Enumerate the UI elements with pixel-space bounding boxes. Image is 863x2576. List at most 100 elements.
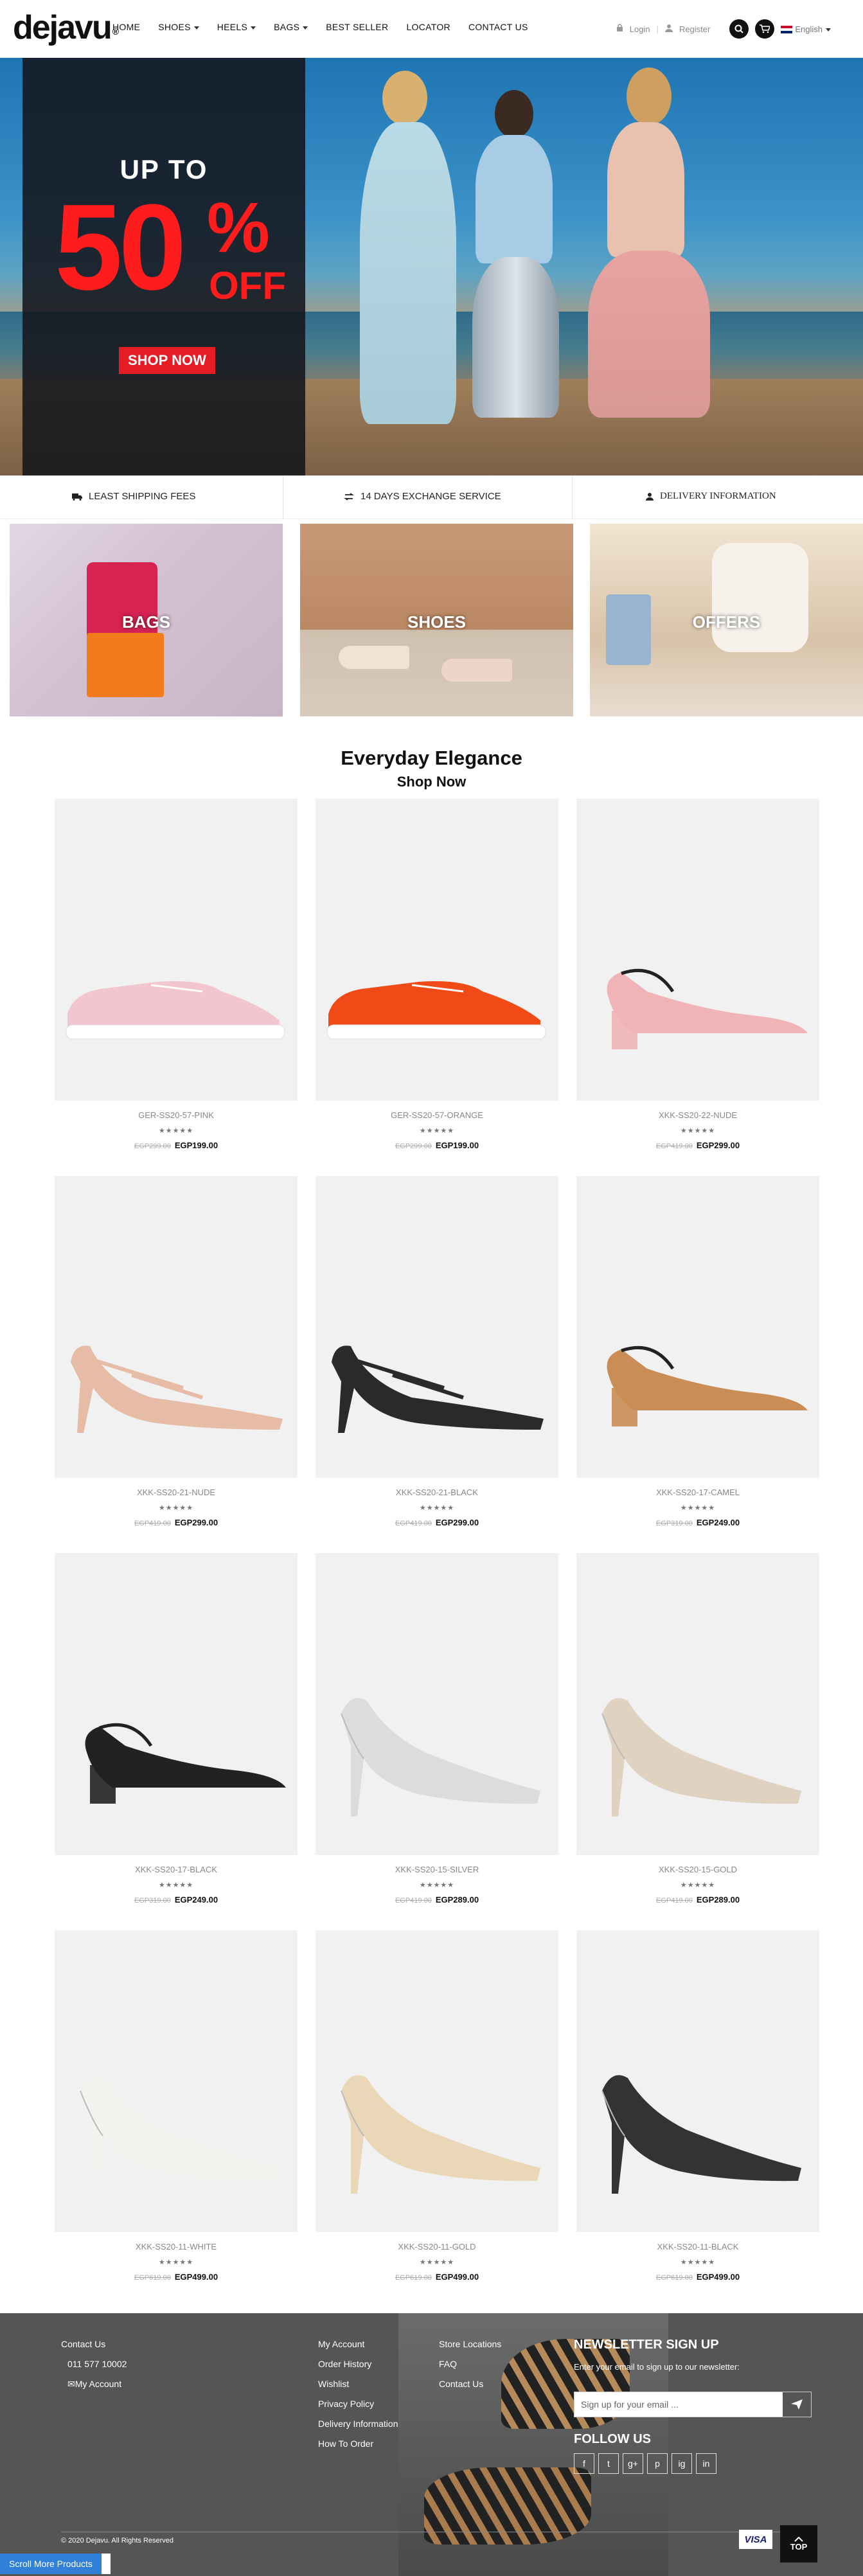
scroll-more-products-button[interactable]: Scroll More Products	[0, 2554, 111, 2574]
product-old-price: EGP619.00	[655, 2274, 693, 2282]
product-image[interactable]	[576, 1176, 819, 1478]
hero-banner[interactable]: UP TO 50 % OFF SHOP NOW	[0, 58, 863, 475]
newsletter-text: Enter your email to sign up to our newsl…	[574, 2362, 740, 2372]
product-card[interactable]: XKK-SS20-21-BLACK ★★★★★ EGP419.00 EGP299.…	[316, 1176, 558, 1527]
product-image[interactable]	[316, 799, 558, 1101]
footer-link-faq[interactable]: FAQ	[439, 2359, 501, 2369]
newsletter-submit-button[interactable]	[783, 2392, 811, 2417]
product-image[interactable]	[55, 799, 298, 1101]
product-card[interactable]: XKK-SS20-22-NUDE ★★★★★ EGP419.00 EGP299.0…	[576, 799, 819, 1150]
product-card[interactable]: GER-SS20-57-ORANGE ★★★★★ EGP299.00 EGP199…	[316, 799, 558, 1150]
twitter-icon[interactable]: t	[598, 2453, 619, 2474]
product-new-price: EGP499.00	[435, 2272, 479, 2282]
search-icon	[734, 24, 744, 33]
newsletter-email-field[interactable]: Sign up for your email ...	[574, 2392, 812, 2417]
product-old-price: EGP419.00	[395, 1897, 432, 1905]
product-price: EGP619.00 EGP499.00	[316, 2272, 558, 2282]
instagram-icon[interactable]: ig	[672, 2453, 692, 2474]
back-to-top-button[interactable]: TOP	[780, 2525, 817, 2563]
category-shoes[interactable]: SHOES	[300, 524, 573, 716]
bag-orange	[87, 633, 164, 697]
product-name[interactable]: XKK-SS20-22-NUDE	[576, 1110, 819, 1120]
logo[interactable]: dejavu ®	[13, 5, 119, 50]
nav-home[interactable]: HOME	[112, 22, 140, 32]
chevron-down-icon	[193, 26, 199, 30]
product-card[interactable]: XKK-SS20-17-BLACK ★★★★★ EGP319.00 EGP249.…	[55, 1553, 298, 1905]
product-name[interactable]: XKK-SS20-17-CAMEL	[576, 1488, 819, 1497]
product-name[interactable]: XKK-SS20-15-GOLD	[576, 1865, 819, 1874]
product-name[interactable]: XKK-SS20-15-SILVER	[316, 1865, 558, 1874]
product-image[interactable]	[576, 799, 819, 1101]
footer-contact-us[interactable]: Contact Us	[61, 2339, 127, 2349]
nav-bags[interactable]: BAGS	[274, 22, 308, 32]
nav-bags-label: BAGS	[274, 22, 300, 32]
feature-exchange: 14 DAYS EXCHANGE SERVICE	[344, 491, 501, 502]
product-name[interactable]: XKK-SS20-21-BLACK	[316, 1488, 558, 1497]
promo-off: OFF	[209, 264, 286, 307]
product-image[interactable]	[55, 1176, 298, 1478]
footer-col-account: My Account Order History Wishlist Privac…	[318, 2339, 398, 2458]
product-name[interactable]: XKK-SS20-11-GOLD	[316, 2242, 558, 2252]
product-price: EGP299.00 EGP199.00	[316, 1141, 558, 1150]
google-plus-icon[interactable]: g+	[623, 2453, 643, 2474]
footer-link-contact[interactable]: Contact Us	[439, 2379, 501, 2389]
product-rating: ★★★★★	[680, 1127, 716, 1135]
product-card[interactable]: XKK-SS20-15-GOLD ★★★★★ EGP419.00 EGP289.0…	[576, 1553, 819, 1905]
footer-link-wishlist[interactable]: Wishlist	[318, 2379, 398, 2389]
product-name[interactable]: XKK-SS20-17-BLACK	[55, 1865, 298, 1874]
language-select[interactable]: English	[781, 24, 831, 34]
linkedin-icon[interactable]: in	[696, 2453, 716, 2474]
nav-contact-us[interactable]: CONTACT US	[468, 22, 528, 32]
login-link[interactable]: Login	[630, 24, 650, 34]
product-image[interactable]	[316, 1930, 558, 2232]
product-old-price: EGP299.00	[134, 1142, 171, 1150]
header-actions: Login | Register English	[616, 19, 831, 39]
footer-link-how-to-order[interactable]: How To Order	[318, 2438, 398, 2449]
product-image[interactable]	[55, 1553, 298, 1855]
product-card[interactable]: XKK-SS20-11-WHITE ★★★★★ EGP619.00 EGP499.…	[55, 1930, 298, 2282]
footer-link-my-account[interactable]: My Account	[318, 2339, 398, 2349]
product-name[interactable]: XKK-SS20-21-NUDE	[55, 1488, 298, 1497]
shop-now-button[interactable]: SHOP NOW	[119, 347, 215, 374]
footer-newsletter: NEWSLETTER SIGN UP Enter your email to s…	[574, 2338, 740, 2381]
facebook-icon[interactable]: f	[574, 2453, 594, 2474]
category-offers[interactable]: OFFERS	[590, 524, 863, 716]
section-shop-now-link[interactable]: Shop Now	[0, 774, 863, 790]
product-card[interactable]: XKK-SS20-15-SILVER ★★★★★ EGP419.00 EGP289…	[316, 1553, 558, 1905]
nav-best-seller[interactable]: BEST SELLER	[326, 22, 388, 32]
footer-link-delivery[interactable]: Delivery Information	[318, 2419, 398, 2429]
product-image[interactable]	[55, 1930, 298, 2232]
send-icon	[791, 2399, 803, 2410]
category-bags[interactable]: BAGS	[10, 524, 283, 716]
product-name[interactable]: GER-SS20-57-ORANGE	[316, 1110, 558, 1120]
product-name[interactable]: XKK-SS20-11-WHITE	[55, 2242, 298, 2252]
search-button[interactable]	[729, 19, 749, 39]
product-name[interactable]: XKK-SS20-11-BLACK	[576, 2242, 819, 2252]
product-image[interactable]	[316, 1553, 558, 1855]
nav-shoes[interactable]: SHOES	[158, 22, 199, 32]
footer: Contact Us 011 577 10002 ✉My Account My …	[0, 2313, 863, 2576]
nav-heels[interactable]: HEELS	[217, 22, 256, 32]
footer-link-privacy[interactable]: Privacy Policy	[318, 2399, 398, 2409]
feature-delivery[interactable]: DELIVERY INFORMATION	[646, 491, 776, 502]
footer-link-stores[interactable]: Store Locations	[439, 2339, 501, 2349]
footer-col-info: Store Locations FAQ Contact Us	[439, 2339, 501, 2399]
product-name[interactable]: GER-SS20-57-PINK	[55, 1110, 298, 1120]
divider	[572, 475, 573, 519]
footer-link-order-history[interactable]: Order History	[318, 2359, 398, 2369]
cart-button[interactable]	[755, 19, 775, 39]
product-card[interactable]: XKK-SS20-11-BLACK ★★★★★ EGP619.00 EGP499.…	[576, 1930, 819, 2282]
product-image[interactable]	[576, 1553, 819, 1855]
product-card[interactable]: GER-SS20-57-PINK ★★★★★ EGP299.00 EGP199.0…	[55, 799, 298, 1150]
product-card[interactable]: XKK-SS20-17-CAMEL ★★★★★ EGP319.00 EGP249.…	[576, 1176, 819, 1527]
product-image[interactable]	[316, 1176, 558, 1478]
product-card[interactable]: XKK-SS20-11-GOLD ★★★★★ EGP619.00 EGP499.0…	[316, 1930, 558, 2282]
nav-locator[interactable]: LOCATOR	[406, 22, 450, 32]
product-image[interactable]	[576, 1930, 819, 2232]
nav-heels-label: HEELS	[217, 22, 248, 32]
register-link[interactable]: Register	[679, 24, 710, 34]
product-card[interactable]: XKK-SS20-21-NUDE ★★★★★ EGP419.00 EGP299.0…	[55, 1176, 298, 1527]
feature-exchange-label: 14 DAYS EXCHANGE SERVICE	[360, 491, 501, 502]
pinterest-icon[interactable]: p	[647, 2453, 668, 2474]
footer-my-account[interactable]: My Account	[75, 2379, 121, 2389]
